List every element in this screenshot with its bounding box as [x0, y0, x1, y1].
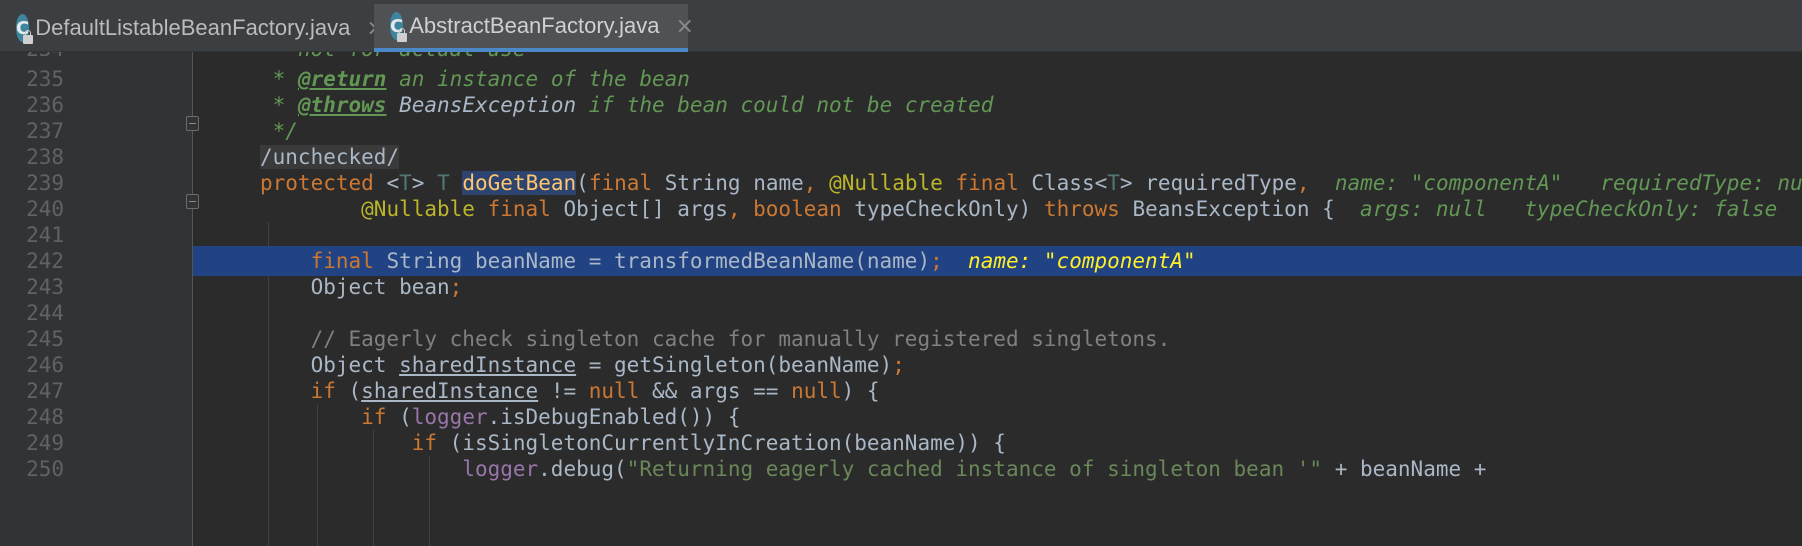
tab-label: AbstractBeanFactory.java	[409, 13, 660, 38]
code-editor[interactable]: 234 * not for actual use 235 * @return a…	[0, 52, 1802, 546]
line-number: 250	[26, 457, 64, 481]
debug-inline-value: args: null typeCheckOnly: false	[1360, 197, 1778, 221]
line-number: 234	[0, 52, 64, 64]
debug-inline-value: name: "componentA"	[968, 249, 1196, 273]
fold-marker-icon[interactable]	[186, 116, 199, 131]
code-line: 234 * not for actual use	[0, 52, 1802, 64]
folded-annotation[interactable]: /unchecked/	[260, 145, 400, 169]
tab-default-listable-bean-factory[interactable]: C DefaultListableBeanFactory.java ×	[0, 4, 385, 52]
code-line: 250 logger.debug("Returning eagerly cach…	[0, 454, 1802, 484]
lock-icon	[23, 30, 34, 44]
tab-label: DefaultListableBeanFactory.java	[35, 15, 351, 40]
code-text: logger.debug("Returning eagerly cached i…	[462, 457, 1487, 481]
editor-tab-bar: C DefaultListableBeanFactory.java × C Ab…	[0, 0, 1802, 52]
lock-icon	[397, 28, 408, 42]
fold-marker-icon[interactable]	[186, 194, 199, 209]
debug-inline-value: name: "componentA" requiredType: null	[1334, 171, 1802, 195]
tab-abstract-bean-factory[interactable]: C AbstractBeanFactory.java ×	[374, 4, 694, 52]
java-class-icon: C	[16, 14, 34, 44]
close-icon[interactable]: ×	[675, 14, 693, 39]
java-class-icon: C	[390, 12, 408, 42]
code-text: * not for actual use	[260, 52, 526, 64]
